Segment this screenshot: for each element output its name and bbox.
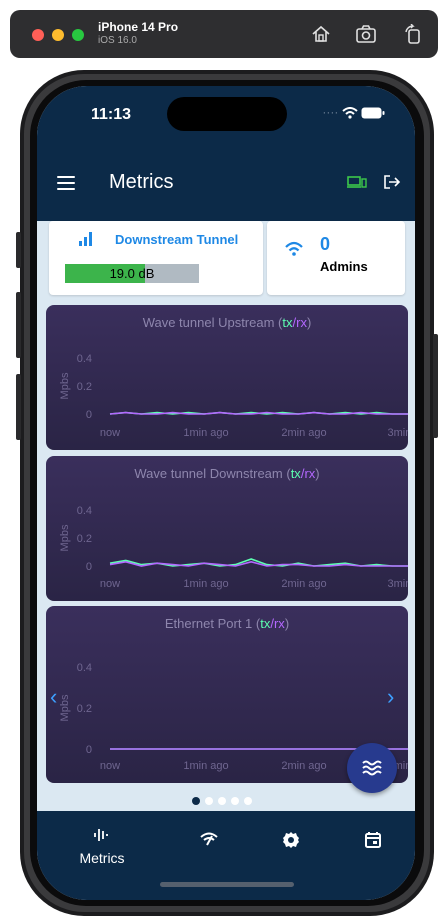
simulator-toolbar: iPhone 14 Pro iOS 16.0 xyxy=(10,10,438,58)
y-tick-label: 0.2 xyxy=(77,703,92,715)
y-tick-label: 0.4 xyxy=(77,505,92,517)
x-tick-label: 2min ago xyxy=(281,760,326,772)
volume-down-button xyxy=(16,374,21,440)
y-axis-label: Mpbs xyxy=(59,694,71,721)
series-line-tx xyxy=(109,558,408,567)
y-tick-label: 0.4 xyxy=(77,662,92,674)
dynamic-island xyxy=(167,97,287,131)
carousel-page-indicator xyxy=(192,792,257,810)
battery-icon xyxy=(361,107,385,119)
chart-wave-downstream: Wave tunnel Downstream (tx/rx) Mpbs 0.4 0.… xyxy=(46,456,408,601)
nav-calendar[interactable] xyxy=(361,831,385,854)
y-axis-label: Mpbs xyxy=(59,524,71,551)
minimize-window-button[interactable] xyxy=(52,29,64,41)
y-tick-label: 0 xyxy=(86,409,92,421)
metrics-icon xyxy=(94,829,108,841)
calendar-icon xyxy=(365,832,381,848)
zoom-window-button[interactable] xyxy=(72,29,84,41)
x-tick-label: 3min a xyxy=(387,578,408,590)
carousel-dot[interactable] xyxy=(192,797,200,805)
signal-level-bar: 19.0 dB xyxy=(65,264,199,283)
x-tick-label: 2min ago xyxy=(281,578,326,590)
nav-metrics-label: Metrics xyxy=(79,850,125,866)
x-tick-label: 1min ago xyxy=(183,578,228,590)
chart-wave-upstream: Wave tunnel Upstream (tx/rx) Mpbs 0.4 0.2 0… xyxy=(46,305,408,450)
nav-wifi[interactable] xyxy=(194,831,224,852)
logout-icon[interactable] xyxy=(383,174,401,190)
downstream-tunnel-label: Downstream Tunnel xyxy=(115,232,239,247)
page-title: Metrics xyxy=(109,171,174,193)
carousel-dot[interactable] xyxy=(244,797,252,805)
y-tick-label: 0.2 xyxy=(77,381,92,393)
wifi-icon xyxy=(285,241,303,256)
signal-dots: ···· xyxy=(322,105,342,119)
wifi-icon xyxy=(342,106,358,119)
signal-level-value: 19.0 dB xyxy=(109,266,155,281)
app-header: 11:13 ···· Metrics xyxy=(37,86,415,221)
home-indicator xyxy=(160,882,294,887)
phone-screen: 11:13 ···· Metrics Downstream Tunnel 19.… xyxy=(37,86,415,900)
x-tick-label: 1min ago xyxy=(183,427,228,439)
x-tick-label: 1min ago xyxy=(183,760,228,772)
x-tick-label: now xyxy=(100,427,120,439)
carousel-next-button[interactable]: › xyxy=(387,684,394,710)
gear-icon xyxy=(283,832,299,848)
line-chart: Mpbs 0.4 0.2 0 now 1min ago 2min ago 3min a xyxy=(59,505,408,590)
nav-metrics[interactable]: Metrics xyxy=(67,827,137,866)
y-axis-label: Mpbs xyxy=(59,372,71,399)
close-window-button[interactable] xyxy=(32,29,44,41)
carousel-dot[interactable] xyxy=(218,797,226,805)
admins-count: 0 xyxy=(320,234,331,254)
status-indicators: ···· xyxy=(322,105,385,119)
y-tick-label: 0 xyxy=(86,744,92,756)
carousel-dot[interactable] xyxy=(205,797,213,805)
power-button xyxy=(433,334,438,438)
y-tick-label: 0 xyxy=(86,561,92,573)
rotate-icon[interactable] xyxy=(402,24,424,44)
silent-switch xyxy=(16,232,21,268)
carousel-prev-button[interactable]: ‹ xyxy=(50,684,57,710)
home-icon[interactable] xyxy=(310,24,332,44)
device-name: iPhone 14 Pro xyxy=(98,20,179,34)
admins-label: Admins xyxy=(320,259,368,274)
x-tick-label: 2min ago xyxy=(281,427,326,439)
y-tick-label: 0.4 xyxy=(77,353,92,365)
line-chart: Mpbs 0.4 0.2 0 now 1min ago 2min ago 3min a xyxy=(59,353,408,439)
waves-icon xyxy=(362,760,382,776)
nav-settings[interactable] xyxy=(279,831,303,854)
devices-icon[interactable] xyxy=(347,174,367,190)
screenshot-icon[interactable] xyxy=(355,24,377,44)
x-tick-label: now xyxy=(100,578,120,590)
x-tick-label: now xyxy=(100,760,120,772)
waves-fab-button[interactable] xyxy=(347,743,397,793)
signal-bars-icon xyxy=(79,232,92,246)
x-tick-label: 3min a xyxy=(387,427,408,439)
os-version: iOS 16.0 xyxy=(98,35,137,46)
volume-up-button xyxy=(16,292,21,358)
menu-icon[interactable] xyxy=(57,176,75,190)
admins-card[interactable] xyxy=(267,221,405,295)
status-time: 11:13 xyxy=(91,106,132,123)
carousel-dot[interactable] xyxy=(231,797,239,805)
wifi-icon xyxy=(200,832,218,846)
y-tick-label: 0.2 xyxy=(77,533,92,545)
